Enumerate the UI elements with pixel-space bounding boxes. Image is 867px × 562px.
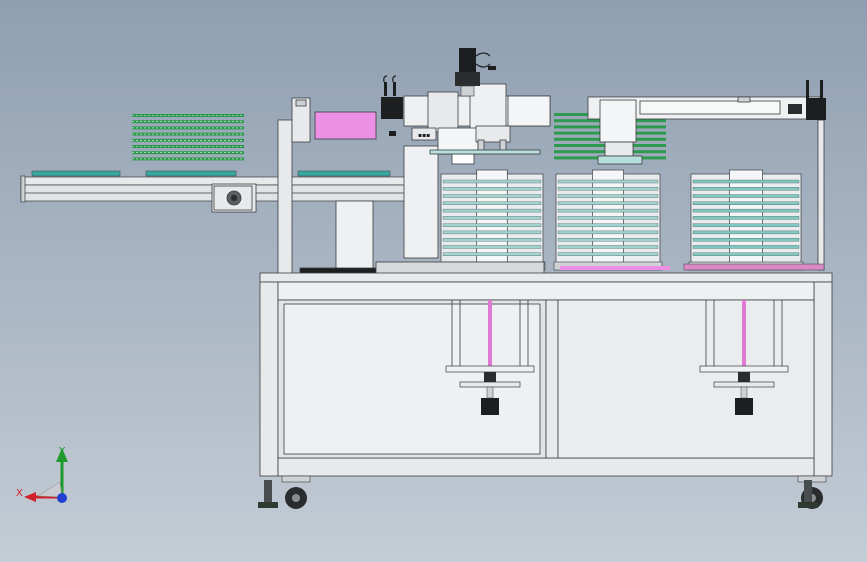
conveyor-motor xyxy=(211,183,257,213)
magazine-slot xyxy=(442,194,542,198)
magazine-slot xyxy=(692,252,800,256)
magazine-slot xyxy=(557,179,659,184)
magazine-slot xyxy=(557,245,659,249)
magazine-slot xyxy=(557,252,659,256)
magazine-slot xyxy=(557,223,659,227)
magazine-base xyxy=(683,263,825,271)
magazine-slot xyxy=(557,208,659,213)
magazine-slot xyxy=(442,201,542,205)
triad-x-label: X xyxy=(16,488,23,499)
magazine-slot xyxy=(442,216,542,220)
conveyor-boards xyxy=(31,170,391,177)
magazine-slot xyxy=(442,245,542,249)
lift-motor xyxy=(481,398,499,415)
magazine-slot xyxy=(692,238,800,242)
machine-assembly-drawing: ▪▪▪ Y X xyxy=(0,0,867,562)
svg-text:▪▪▪: ▪▪▪ xyxy=(418,132,430,139)
pcb-board xyxy=(145,170,237,177)
lift-column xyxy=(335,200,374,271)
magazine-slot xyxy=(692,216,800,220)
lift-motor xyxy=(735,398,753,415)
magazine-slot xyxy=(442,252,542,256)
magazine-slot xyxy=(692,187,800,191)
magazine-slot xyxy=(442,187,542,191)
magazine xyxy=(553,169,663,271)
magazine-slot xyxy=(442,208,542,213)
triad-y-label: Y xyxy=(58,446,66,457)
magazine-slot xyxy=(557,187,659,191)
cad-viewport[interactable]: ▪▪▪ Y X xyxy=(0,0,867,562)
pcb-board xyxy=(31,170,121,177)
pcb-board xyxy=(297,170,391,177)
pcb-magazines xyxy=(438,169,825,271)
magazine-slot xyxy=(557,194,659,198)
magazine-slot xyxy=(692,201,800,205)
magazine-slot xyxy=(442,223,542,227)
magazine-slot xyxy=(557,216,659,220)
magazine-slot xyxy=(557,201,659,205)
magazine-slot xyxy=(692,230,800,235)
magazine-slot xyxy=(442,230,542,235)
magazine-slot xyxy=(557,238,659,242)
magazine-slot xyxy=(442,238,542,242)
magazine xyxy=(688,169,804,271)
magazine-slot xyxy=(692,245,800,249)
magazine xyxy=(438,169,546,271)
magazine-slot xyxy=(557,230,659,235)
magazine-slot xyxy=(442,179,542,184)
magazine-slot xyxy=(692,223,800,227)
lift-rod xyxy=(488,300,492,370)
magazine-slot xyxy=(692,194,800,198)
magazine-slot xyxy=(692,208,800,213)
magazine-base xyxy=(560,266,670,270)
magazine-slot xyxy=(692,179,800,184)
lift-rod xyxy=(742,300,746,370)
magenta-panel xyxy=(314,111,377,140)
